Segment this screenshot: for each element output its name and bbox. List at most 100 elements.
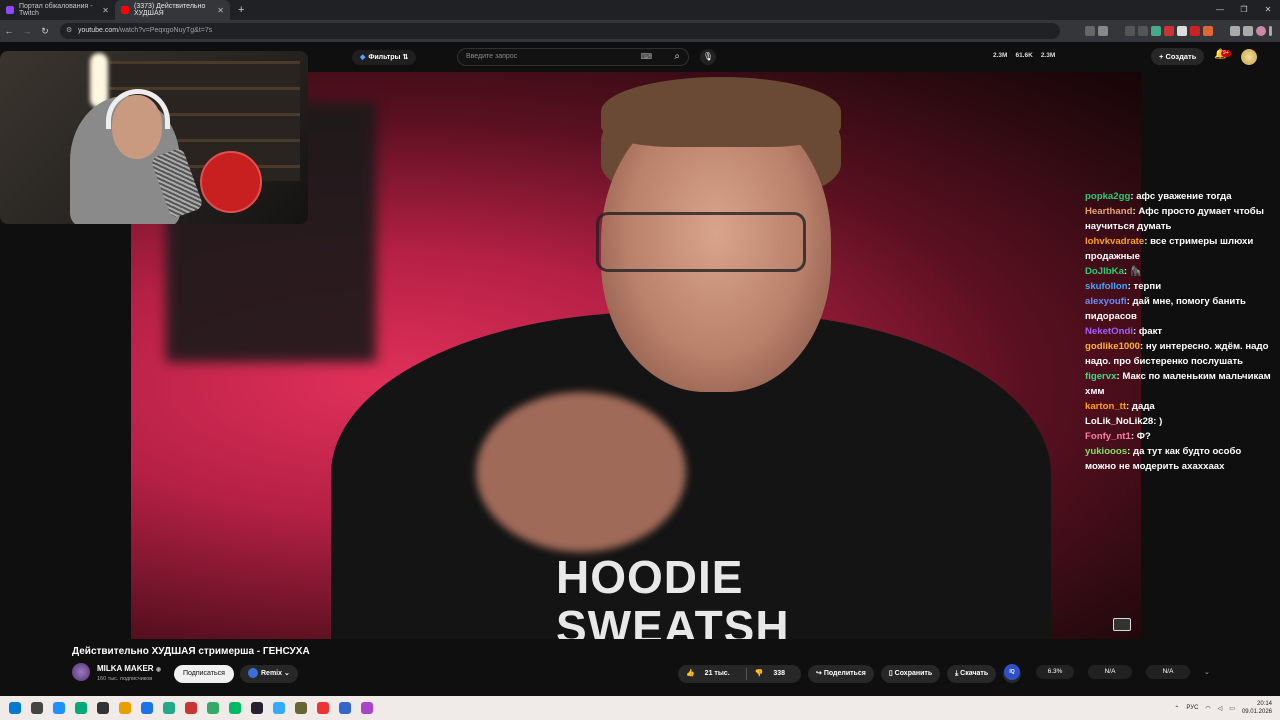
chat-text: дада — [1131, 401, 1155, 412]
chat-username[interactable]: popka2gg — [1085, 191, 1130, 202]
taskbar-app-icon[interactable] — [251, 702, 263, 714]
keyboard-icon[interactable]: ⌨ — [640, 49, 652, 65]
search-icon[interactable] — [31, 702, 43, 714]
chat-username[interactable]: Hearthand — [1085, 206, 1132, 217]
taskbar-app-icon[interactable] — [141, 702, 153, 714]
chat-username[interactable]: karton_tt — [1085, 401, 1126, 412]
extension-icon[interactable] — [1164, 26, 1174, 36]
hoodie-print-line2: SWEATSH — [556, 601, 790, 639]
filters-button[interactable]: ◆ Фильтры ⇅ — [352, 50, 417, 65]
extension-icon[interactable] — [1138, 26, 1148, 36]
taskbar-app-icon[interactable] — [317, 702, 329, 714]
mic-icon[interactable]: 🎙 — [700, 49, 716, 65]
channel-avatar[interactable] — [72, 663, 90, 681]
taskbar-app-icon[interactable] — [53, 702, 65, 714]
dislike-count: 338 — [773, 670, 786, 677]
subtitles-icon[interactable] — [1113, 618, 1131, 631]
stat-views: 2.3M — [993, 52, 1008, 59]
taskbar-app-icon[interactable] — [163, 702, 175, 714]
like-button[interactable]: 👍 21 тыс. — [678, 665, 746, 683]
chevron-down-icon[interactable]: ⌄ — [1204, 668, 1210, 676]
battery-icon[interactable]: ▭ — [1229, 705, 1235, 712]
chat-message: alexyoufi: дай мне, помогу банить пидора… — [1085, 294, 1275, 324]
tab-twitch[interactable]: Портал обжалования - Twitch ✕ — [0, 0, 115, 20]
search-input[interactable]: Введите запрос ⌨ ⌕ — [457, 48, 689, 66]
minimize-button[interactable]: — — [1208, 0, 1232, 20]
star-icon[interactable] — [1098, 26, 1108, 36]
puzzle-icon[interactable] — [1230, 26, 1240, 36]
taskbar-app-icon[interactable] — [295, 702, 307, 714]
share-button[interactable]: ↪ Поделиться — [808, 665, 874, 683]
channel-name[interactable]: MILKA MAKER ◉ — [97, 664, 161, 673]
extension-icon[interactable] — [1203, 26, 1213, 36]
extension-icon[interactable] — [1125, 26, 1135, 36]
chat-username[interactable]: lohvkvadrate — [1085, 236, 1144, 247]
taskbar-app-icon[interactable] — [339, 702, 351, 714]
menu-icon[interactable] — [1269, 26, 1272, 36]
volume-icon[interactable]: ◁ — [1218, 705, 1223, 712]
reload-button[interactable]: ↻ — [36, 26, 54, 37]
extension-icon[interactable] — [1177, 26, 1187, 36]
taskbar-app-icon[interactable] — [207, 702, 219, 714]
account-avatar[interactable] — [1241, 49, 1257, 65]
header-stats: 2.3M 61.6K 2.3M — [993, 52, 1055, 59]
search-icon[interactable]: ⌕ — [674, 49, 680, 65]
extension-icon[interactable] — [1151, 26, 1161, 36]
create-button[interactable]: + Создать — [1151, 48, 1205, 65]
extension-logo[interactable]: IQ — [1004, 664, 1020, 680]
filters-label: Фильтры — [368, 54, 401, 61]
taskbar-app-icon[interactable] — [97, 702, 109, 714]
close-icon[interactable]: ✕ — [102, 6, 109, 15]
maximize-button[interactable]: ❐ — [1232, 0, 1256, 20]
chat-message: godlike1000: ну интересно. ждём. надо на… — [1085, 339, 1275, 369]
chat-username[interactable]: DoJIbKa — [1085, 266, 1124, 277]
chat-message: lohvkvadrate: все стримеры шлюхи продажн… — [1085, 234, 1275, 264]
taskbar-app-icon[interactable] — [273, 702, 285, 714]
remix-button[interactable]: Remix ⌄ — [240, 665, 298, 683]
taskbar-app-icon[interactable] — [75, 702, 87, 714]
chat-username[interactable]: figervx — [1085, 371, 1116, 382]
chat-text: факт — [1138, 326, 1163, 337]
clock[interactable]: 20:14 09.01.2026 — [1242, 700, 1272, 716]
hair-top — [601, 77, 841, 147]
tab-youtube[interactable]: (3373) Действительно ХУДШАЯ ✕ — [115, 0, 230, 20]
chat-username[interactable]: LoLik_NoLik28 — [1085, 416, 1153, 427]
video-actions: 👍 21 тыс. 👎 338 ↪ Поделиться ▯ Сохранить… — [678, 665, 1022, 683]
hoodie-print: HOODIE SWEATSH — [556, 552, 790, 639]
download-icon[interactable] — [1243, 26, 1253, 36]
site-info-icon[interactable]: ⚙ — [66, 23, 72, 39]
extension-icon[interactable] — [1190, 26, 1200, 36]
url-field[interactable]: ⚙ youtube.com/watch?v=PeqxgoNuyTg&t=7s — [60, 23, 1060, 39]
chat-username[interactable]: skufollon — [1085, 281, 1128, 292]
chat-username[interactable]: Fonfy_nt1 — [1085, 431, 1131, 442]
wifi-icon[interactable]: ◠ — [1205, 705, 1210, 712]
download-button[interactable]: ⤓ Скачать — [947, 665, 997, 683]
save-button[interactable]: ▯ Сохранить — [880, 665, 941, 683]
forward-button[interactable]: → — [18, 26, 36, 36]
window-controls: — ❐ ✕ — [1208, 0, 1280, 20]
language-indicator[interactable]: РУС — [1186, 705, 1198, 711]
chat-username[interactable]: alexyoufi — [1085, 296, 1127, 307]
cast-icon[interactable] — [1085, 26, 1095, 36]
clock-date: 09.01.2026 — [1241, 709, 1272, 715]
close-icon[interactable]: ✕ — [217, 6, 224, 15]
profile-icon[interactable] — [1256, 26, 1266, 36]
taskbar-app-icon[interactable] — [229, 702, 241, 714]
channel-name-text: MILKA MAKER — [97, 664, 154, 673]
chat-username[interactable]: godlike1000 — [1085, 341, 1140, 352]
close-window-button[interactable]: ✕ — [1256, 0, 1280, 20]
subscribe-button[interactable]: Подписаться — [174, 665, 234, 683]
chevron-up-icon[interactable]: ⌃ — [1174, 705, 1179, 712]
screen: Портал обжалования - Twitch ✕ (3373) Дей… — [0, 0, 1280, 720]
taskbar-app-icon[interactable] — [361, 702, 373, 714]
dislike-button[interactable]: 👎 338 — [747, 665, 801, 683]
new-tab-button[interactable]: + — [238, 4, 244, 16]
chat-username[interactable]: yukiooos — [1085, 446, 1127, 457]
chat-username[interactable]: NeketOndi — [1085, 326, 1133, 337]
start-icon[interactable] — [9, 702, 21, 714]
taskbar-app-icon[interactable] — [185, 702, 197, 714]
clock-time: 20:14 — [1256, 701, 1272, 707]
back-button[interactable]: ← — [0, 26, 18, 36]
taskbar-app-icon[interactable] — [119, 702, 131, 714]
create-label: Создать — [1165, 52, 1197, 61]
